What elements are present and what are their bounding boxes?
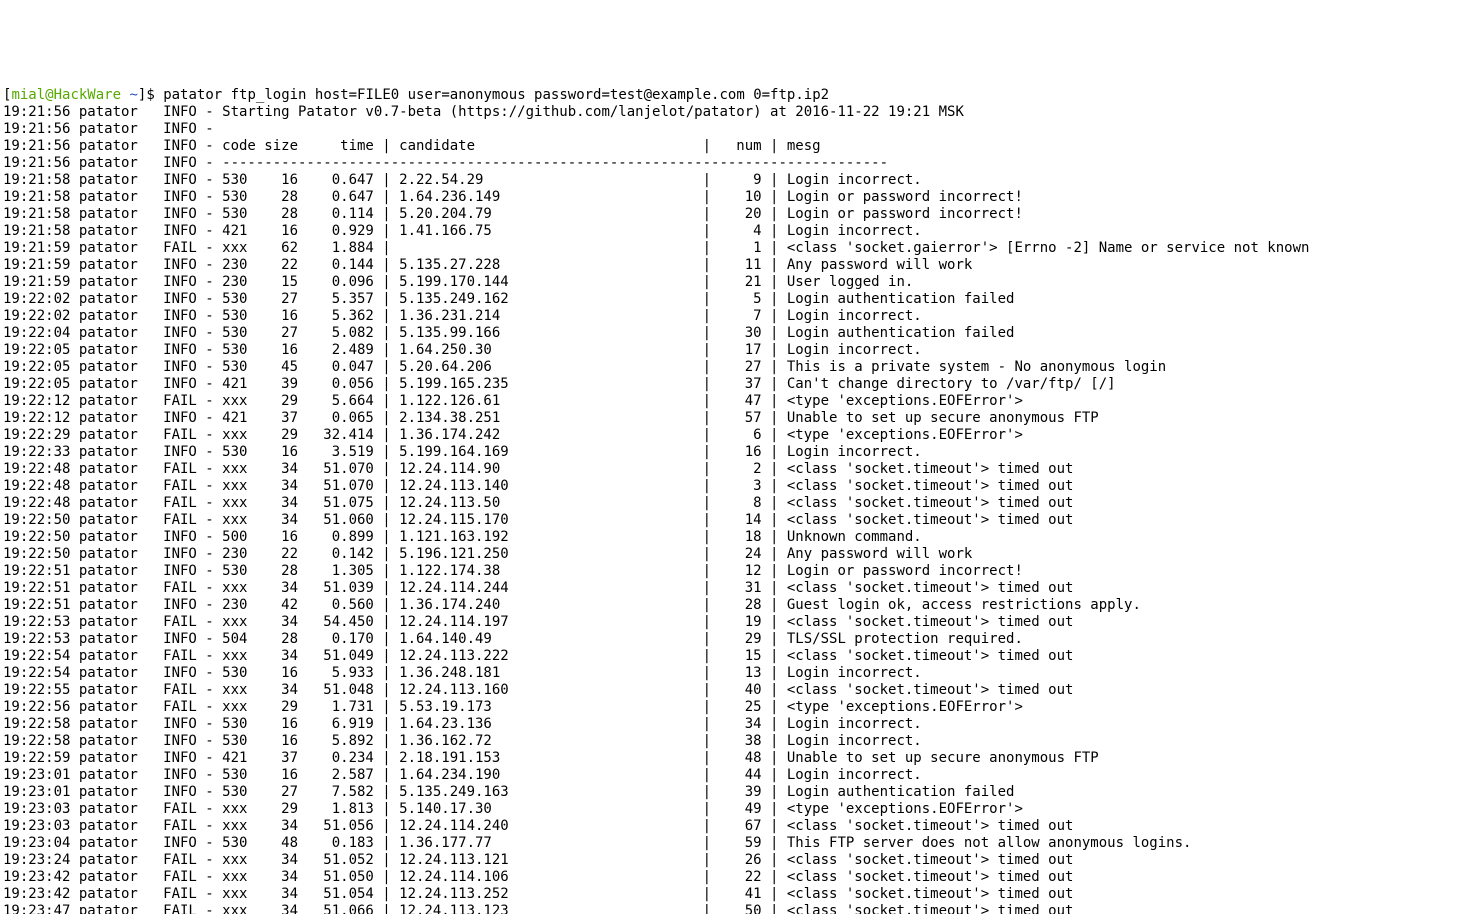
- result-row: 19:21:58 patator INFO - 530 28 0.647 | 1…: [3, 189, 1477, 206]
- startup-line: 19:21:56 patator INFO - Starting Patator…: [3, 104, 1477, 121]
- command-text: patator ftp_login host=FILE0 user=anonym…: [163, 87, 829, 103]
- result-row: 19:22:58 patator INFO - 530 16 6.919 | 1…: [3, 716, 1477, 733]
- result-row: 19:22:05 patator INFO - 530 16 2.489 | 1…: [3, 342, 1477, 359]
- separator-line: 19:21:56 patator INFO - ----------------…: [3, 155, 1477, 172]
- shell-prompt-line[interactable]: [mial@HackWare ~]$ patator ftp_login hos…: [3, 87, 1477, 104]
- result-row: 19:23:47 patator FAIL - xxx 34 51.066 | …: [3, 903, 1477, 914]
- result-row: 19:21:59 patator INFO - 230 15 0.096 | 5…: [3, 274, 1477, 291]
- result-row: 19:23:42 patator FAIL - xxx 34 51.050 | …: [3, 869, 1477, 886]
- result-row: 19:21:59 patator FAIL - xxx 62 1.884 | |…: [3, 240, 1477, 257]
- terminal-output[interactable]: [mial@HackWare ~]$ patator ftp_login hos…: [0, 85, 1477, 914]
- result-row: 19:22:56 patator FAIL - xxx 29 1.731 | 5…: [3, 699, 1477, 716]
- result-row: 19:22:12 patator INFO - 421 37 0.065 | 2…: [3, 410, 1477, 427]
- result-row: 19:22:53 patator INFO - 504 28 0.170 | 1…: [3, 631, 1477, 648]
- result-row: 19:21:58 patator INFO - 421 16 0.929 | 1…: [3, 223, 1477, 240]
- result-row: 19:21:58 patator INFO - 530 28 0.114 | 5…: [3, 206, 1477, 223]
- result-row: 19:22:48 patator FAIL - xxx 34 51.075 | …: [3, 495, 1477, 512]
- result-row: 19:22:54 patator FAIL - xxx 34 51.049 | …: [3, 648, 1477, 665]
- result-row: 19:23:01 patator INFO - 530 27 7.582 | 5…: [3, 784, 1477, 801]
- result-row: 19:22:54 patator INFO - 530 16 5.933 | 1…: [3, 665, 1477, 682]
- result-row: 19:23:42 patator FAIL - xxx 34 51.054 | …: [3, 886, 1477, 903]
- result-row: 19:22:05 patator INFO - 421 39 0.056 | 5…: [3, 376, 1477, 393]
- result-row: 19:23:03 patator FAIL - xxx 29 1.813 | 5…: [3, 801, 1477, 818]
- result-row: 19:22:51 patator INFO - 230 42 0.560 | 1…: [3, 597, 1477, 614]
- result-row: 19:23:01 patator INFO - 530 16 2.587 | 1…: [3, 767, 1477, 784]
- result-row: 19:22:50 patator FAIL - xxx 34 51.060 | …: [3, 512, 1477, 529]
- result-row: 19:22:04 patator INFO - 530 27 5.082 | 5…: [3, 325, 1477, 342]
- result-row: 19:22:48 patator FAIL - xxx 34 51.070 | …: [3, 478, 1477, 495]
- result-row: 19:22:55 patator FAIL - xxx 34 51.048 | …: [3, 682, 1477, 699]
- result-row: 19:22:29 patator FAIL - xxx 29 32.414 | …: [3, 427, 1477, 444]
- result-row: 19:21:58 patator INFO - 530 16 0.647 | 2…: [3, 172, 1477, 189]
- prompt-cwd: ~: [129, 87, 137, 103]
- result-row: 19:22:02 patator INFO - 530 16 5.362 | 1…: [3, 308, 1477, 325]
- info-blank-line: 19:21:56 patator INFO -: [3, 121, 1477, 138]
- result-row: 19:22:58 patator INFO - 530 16 5.892 | 1…: [3, 733, 1477, 750]
- result-row: 19:23:24 patator FAIL - xxx 34 51.052 | …: [3, 852, 1477, 869]
- result-row: 19:23:04 patator INFO - 530 48 0.183 | 1…: [3, 835, 1477, 852]
- result-row: 19:22:53 patator FAIL - xxx 34 54.450 | …: [3, 614, 1477, 631]
- result-row: 19:22:51 patator FAIL - xxx 34 51.039 | …: [3, 580, 1477, 597]
- result-row: 19:22:05 patator INFO - 530 45 0.047 | 5…: [3, 359, 1477, 376]
- column-header: 19:21:56 patator INFO - code size time |…: [3, 138, 1477, 155]
- result-row: 19:22:59 patator INFO - 421 37 0.234 | 2…: [3, 750, 1477, 767]
- result-row: 19:22:02 patator INFO - 530 27 5.357 | 5…: [3, 291, 1477, 308]
- result-row: 19:22:50 patator INFO - 230 22 0.142 | 5…: [3, 546, 1477, 563]
- result-row: 19:23:03 patator FAIL - xxx 34 51.056 | …: [3, 818, 1477, 835]
- result-row: 19:22:50 patator INFO - 500 16 0.899 | 1…: [3, 529, 1477, 546]
- prompt-user-host: mial@HackWare: [11, 87, 121, 103]
- result-row: 19:22:12 patator FAIL - xxx 29 5.664 | 1…: [3, 393, 1477, 410]
- result-row: 19:22:33 patator INFO - 530 16 3.519 | 5…: [3, 444, 1477, 461]
- result-row: 19:21:59 patator INFO - 230 22 0.144 | 5…: [3, 257, 1477, 274]
- result-row: 19:22:48 patator FAIL - xxx 34 51.070 | …: [3, 461, 1477, 478]
- result-row: 19:22:51 patator INFO - 530 28 1.305 | 1…: [3, 563, 1477, 580]
